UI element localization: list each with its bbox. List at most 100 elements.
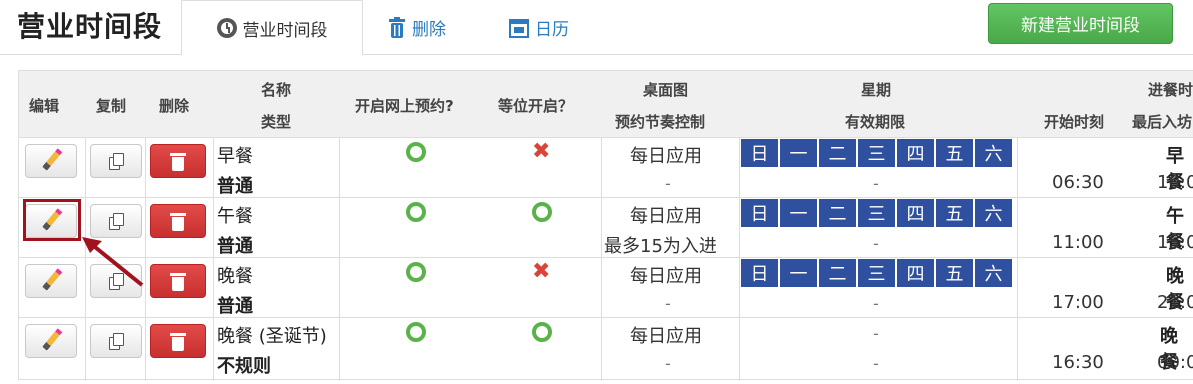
weekday-sun: 日 — [741, 139, 778, 167]
weekday-mon: 一 — [780, 199, 817, 227]
weekday-fri: 五 — [936, 139, 973, 167]
col-dining: 进餐时 — [1148, 81, 1193, 99]
check-icon — [406, 202, 426, 222]
edit-button[interactable] — [25, 144, 77, 178]
check-icon — [532, 322, 552, 342]
weekday-tue: 二 — [819, 199, 856, 227]
weekday-wed: 三 — [858, 199, 895, 227]
weekday-fri: 五 — [936, 259, 973, 287]
tab-label: 删除 — [412, 20, 446, 40]
last-seating: 00:0 — [1157, 352, 1193, 373]
weekday-thu: 四 — [897, 139, 934, 167]
weekday-fri: 五 — [936, 199, 973, 227]
table-row: 早餐 普通 ✖ 每日应用 - 日 一 二 三 四 五 六 - 06:30 早餐 … — [19, 137, 1193, 197]
copy-button[interactable] — [90, 144, 142, 178]
check-icon — [406, 322, 426, 342]
check-icon — [532, 202, 552, 222]
table-row: 晚餐 (圣诞节) 不规则 每日应用 - - - 16:30 晚餐 00:0 — [19, 317, 1193, 377]
pacing-value: - — [665, 294, 671, 313]
cross-icon: ✖ — [532, 139, 551, 164]
col-online-booking: 开启网上预约? — [355, 97, 454, 115]
new-business-hours-button[interactable]: 新建营业时间段 — [988, 3, 1173, 44]
table-header: 编辑 复制 删除 名称 类型 开启网上预约? 等位开启？ 桌面图 预约节奏控制 … — [19, 71, 1193, 137]
trash-icon — [388, 16, 406, 39]
weekday-badges: 日 一 二 三 四 五 六 — [741, 199, 1012, 227]
validity-value: - — [873, 354, 879, 373]
delete-button[interactable] — [150, 324, 206, 358]
weekday-thu: 四 — [897, 259, 934, 287]
copy-icon — [108, 213, 124, 230]
top-bar: 营业时间段 营业时间段 删除 日历 新建营业时间段 — [0, 0, 1193, 56]
last-seating: 15:0 — [1157, 232, 1193, 253]
tab-delete[interactable]: 删除 — [388, 0, 446, 55]
delete-button[interactable] — [150, 144, 206, 178]
weekday-sat: 六 — [975, 199, 1012, 227]
row-name: 午餐 — [217, 206, 253, 227]
edit-button[interactable] — [25, 264, 77, 298]
validity-value: - — [873, 234, 879, 253]
weekday-tue: 二 — [819, 259, 856, 287]
calendar-icon — [509, 18, 529, 38]
row-type: 普通 — [217, 176, 253, 197]
tab-calendar[interactable]: 日历 — [509, 0, 569, 55]
weekday-sat: 六 — [975, 139, 1012, 167]
row-name: 早餐 — [217, 146, 253, 167]
business-hours-table: 编辑 复制 删除 名称 类型 开启网上预约? 等位开启？ 桌面图 预约节奏控制 … — [18, 70, 1193, 381]
weekday-badges: 日 一 二 三 四 五 六 — [741, 259, 1012, 287]
start-time: 11:00 — [1052, 232, 1104, 253]
pacing-value: 最多15为入进 — [604, 236, 717, 257]
col-name: 名称 — [261, 81, 292, 99]
edit-button[interactable] — [25, 324, 77, 358]
weekday-wed: 三 — [858, 259, 895, 287]
weekday-sat: 六 — [975, 259, 1012, 287]
weekday-thu: 四 — [897, 199, 934, 227]
col-start-time: 开始时刻 — [1044, 113, 1105, 131]
tab-label: 营业时间段 — [242, 20, 328, 41]
col-delete: 删除 — [159, 97, 190, 115]
table-row: 晚餐 普通 ✖ 每日应用 - 日 一 二 三 四 五 六 - 17:00 晚餐 … — [19, 257, 1193, 317]
cross-icon: ✖ — [532, 259, 551, 284]
last-seating: 10:0 — [1157, 172, 1193, 193]
pencil-icon — [42, 271, 60, 291]
validity-value: - — [873, 294, 879, 313]
table-row: 午餐 普通 每日应用 最多15为入进 日 一 二 三 四 五 六 - 11:00… — [19, 197, 1193, 257]
pacing-value: - — [665, 354, 671, 373]
trash-icon — [170, 211, 186, 231]
col-validity: 有效期限 — [845, 113, 906, 131]
col-waitlist: 等位开启？ — [498, 97, 574, 115]
row-type: 普通 — [217, 296, 253, 317]
col-type: 类型 — [261, 113, 292, 131]
trash-icon — [170, 271, 186, 291]
copy-button[interactable] — [90, 324, 142, 358]
trash-icon — [170, 151, 186, 171]
row-name: 晚餐 (圣诞节) — [217, 326, 327, 347]
pacing-value: - — [665, 174, 671, 193]
start-time: 16:30 — [1052, 352, 1104, 373]
last-seating: 21:0 — [1157, 292, 1193, 313]
weekday-wed: 三 — [858, 139, 895, 167]
row-name: 晚餐 — [217, 266, 253, 287]
col-copy: 复制 — [96, 97, 127, 115]
copy-icon — [108, 333, 124, 350]
col-last-seating: 最后入坊 — [1132, 113, 1193, 131]
row-type: 不规则 — [217, 356, 271, 377]
edit-button-highlight — [23, 199, 81, 241]
start-time: 17:00 — [1052, 292, 1104, 313]
pencil-icon — [42, 151, 60, 171]
col-week: 星期 — [861, 81, 892, 99]
check-icon — [406, 262, 426, 282]
copy-icon — [108, 153, 124, 170]
col-table-map: 桌面图 — [643, 81, 689, 99]
row-type: 普通 — [217, 236, 253, 257]
tab-label: 日历 — [535, 20, 569, 40]
weekday-sun: 日 — [741, 199, 778, 227]
table-map-value: 每日应用 — [630, 266, 702, 287]
start-time: 06:30 — [1052, 172, 1104, 193]
weekday-mon: 一 — [780, 259, 817, 287]
table-map-value: 每日应用 — [630, 206, 702, 227]
col-edit: 编辑 — [29, 97, 60, 115]
annotation-arrow-icon — [82, 237, 144, 287]
tab-business-hours[interactable]: 营业时间段 — [181, 0, 363, 56]
weekday-tue: 二 — [819, 139, 856, 167]
pencil-icon — [42, 331, 60, 351]
